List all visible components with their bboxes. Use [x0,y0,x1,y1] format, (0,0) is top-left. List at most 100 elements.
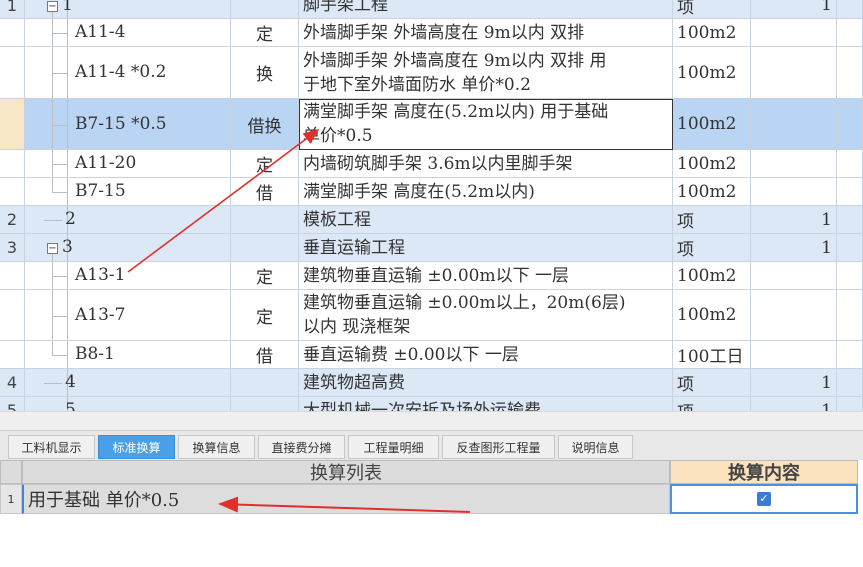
quota-row[interactable]: A13-1 定建筑物垂直运输 ±0.00m以下 一层 100m2 [0,262,863,290]
extra-cell[interactable] [837,262,863,290]
unit-cell[interactable]: 项 [673,206,751,234]
unit-cell[interactable]: 100工日 [673,341,751,369]
row-index[interactable] [0,150,25,178]
extra-cell[interactable] [837,234,863,262]
quota-row[interactable]: B7-15 借满堂脚手架 高度在(5.2m以内) 100m2 [0,178,863,206]
tab-7[interactable]: 说明信息 [558,435,633,459]
minus-box-icon[interactable]: − [47,243,58,254]
name-cell[interactable]: 脚手架工程 [299,0,673,19]
unit-cell[interactable]: 100m2 [673,19,751,47]
unit-cell[interactable]: 100m2 [673,150,751,178]
name-cell[interactable]: 满堂脚手架 高度在(5.2m以内) 用于基础 单价*0.5 [299,99,673,150]
group-row[interactable]: 3−3 垂直运输工程项 1 [0,234,863,262]
unit-cell[interactable]: 100m2 [673,290,751,341]
row-index[interactable]: 2 [0,206,25,234]
name-cell[interactable]: 垂直运输费 ±0.00以下 一层 [299,341,673,369]
quantity-cell[interactable]: 1 [751,234,837,262]
unit-cell[interactable]: 100m2 [673,99,751,150]
code-cell[interactable]: B7-15 [25,178,231,206]
type-cell[interactable] [231,0,299,19]
extra-cell[interactable] [837,150,863,178]
conversion-checkbox-cell[interactable]: ✓ [670,484,858,514]
type-cell[interactable]: 定 [231,150,299,178]
code-cell[interactable]: A11-4 *0.2 [25,47,231,99]
quantity-cell[interactable] [751,178,837,206]
quantity-cell[interactable] [751,47,837,99]
row-index[interactable] [0,290,25,341]
quota-row[interactable]: A13-7 定建筑物垂直运输 ±0.00m以上，20m(6层) 以内 现浇框架 100… [0,290,863,341]
type-cell[interactable] [231,206,299,234]
row-index[interactable] [0,262,25,290]
extra-cell[interactable] [837,206,863,234]
unit-cell[interactable]: 项 [673,0,751,19]
quota-row[interactable]: A11-4 *0.2 换外墙脚手架 外墙高度在 9m以内 双排 用于地下室外墙面防… [0,47,863,99]
name-cell[interactable]: 垂直运输工程 [299,234,673,262]
code-cell[interactable]: B7-15 *0.5 [25,99,231,150]
unit-cell[interactable]: 项 [673,397,751,411]
quantity-cell[interactable]: 1 [751,0,837,19]
tab-6[interactable]: 反查图形工程量 [442,435,555,459]
group-row[interactable]: 4 4 建筑物超高费 项 1 [0,369,863,397]
code-cell[interactable]: 4 [25,369,231,397]
extra-cell[interactable] [837,0,863,19]
tab-3[interactable]: 换算信息 [178,435,255,459]
type-cell[interactable]: 借 [231,178,299,206]
type-cell[interactable]: 借 [231,341,299,369]
name-cell[interactable]: 建筑物超高费 [299,369,673,397]
quantity-cell[interactable] [751,19,837,47]
code-cell[interactable]: A13-7 [25,290,231,341]
name-cell[interactable]: 内墙砌筑脚手架 3.6m以内里脚手架 [299,150,673,178]
code-cell[interactable]: A13-1 [25,262,231,290]
name-cell[interactable]: 建筑物垂直运输 ±0.00m以上，20m(6层) 以内 现浇框架 [299,290,673,341]
code-cell[interactable]: A11-4 [25,19,231,47]
code-cell[interactable]: 2 [25,206,231,234]
type-cell[interactable]: 换 [231,47,299,99]
type-cell[interactable]: 定 [231,290,299,341]
row-index[interactable] [0,99,25,150]
code-cell[interactable]: −1 [25,0,231,19]
name-cell[interactable]: 外墙脚手架 外墙高度在 9m以内 双排 用于地下室外墙面防水 单价*0.2 [299,47,673,99]
name-cell[interactable]: 外墙脚手架 外墙高度在 9m以内 双排 [299,19,673,47]
row-index[interactable] [0,47,25,99]
code-cell[interactable]: A11-20 [25,150,231,178]
tab-4[interactable]: 直接费分摊 [258,435,345,459]
extra-cell[interactable] [837,397,863,411]
minus-box-icon[interactable]: − [47,0,58,12]
type-cell[interactable]: 借换 [231,99,299,150]
checkbox-checked-icon[interactable]: ✓ [757,492,771,506]
unit-cell[interactable]: 100m2 [673,178,751,206]
type-cell[interactable] [231,234,299,262]
quantity-cell[interactable] [751,99,837,150]
quantity-cell[interactable] [751,150,837,178]
tab-2[interactable]: 标准换算 [98,435,175,459]
quota-row[interactable]: A11-4 定外墙脚手架 外墙高度在 9m以内 双排 100m2 [0,19,863,47]
type-cell[interactable] [231,397,299,411]
code-cell[interactable]: −3 [25,234,231,262]
row-index[interactable]: 5 [0,397,25,411]
quota-row[interactable]: B8-1 借垂直运输费 ±0.00以下 一层 100工日 [0,341,863,369]
code-cell[interactable]: B8-1 [25,341,231,369]
extra-cell[interactable] [837,341,863,369]
name-cell[interactable]: 模板工程 [299,206,673,234]
extra-cell[interactable] [837,47,863,99]
code-cell[interactable]: 5 [25,397,231,411]
extra-cell[interactable] [837,290,863,341]
group-row[interactable]: 2 2 模板工程 项 1 [0,206,863,234]
row-index[interactable] [0,341,25,369]
extra-cell[interactable] [837,369,863,397]
group-row[interactable]: 5 5 大型机械一次安拆及场外运输费 项1 [0,397,863,411]
group-row[interactable]: 1−1 脚手架工程项 1 [0,0,863,19]
quantity-cell[interactable] [751,341,837,369]
row-index[interactable] [0,19,25,47]
row-index[interactable] [0,178,25,206]
name-cell[interactable]: 大型机械一次安拆及场外运输费 [299,397,673,411]
quantity-cell[interactable] [751,262,837,290]
unit-cell[interactable]: 项 [673,234,751,262]
unit-cell[interactable]: 100m2 [673,262,751,290]
type-cell[interactable]: 定 [231,262,299,290]
horizontal-scrollbar[interactable] [0,411,863,431]
tab-5[interactable]: 工程量明细 [348,435,439,459]
quantity-cell[interactable]: 1 [751,206,837,234]
row-index[interactable]: 1 [0,0,25,19]
quota-row[interactable]: A11-20 定内墙砌筑脚手架 3.6m以内里脚手架 100m2 [0,150,863,178]
